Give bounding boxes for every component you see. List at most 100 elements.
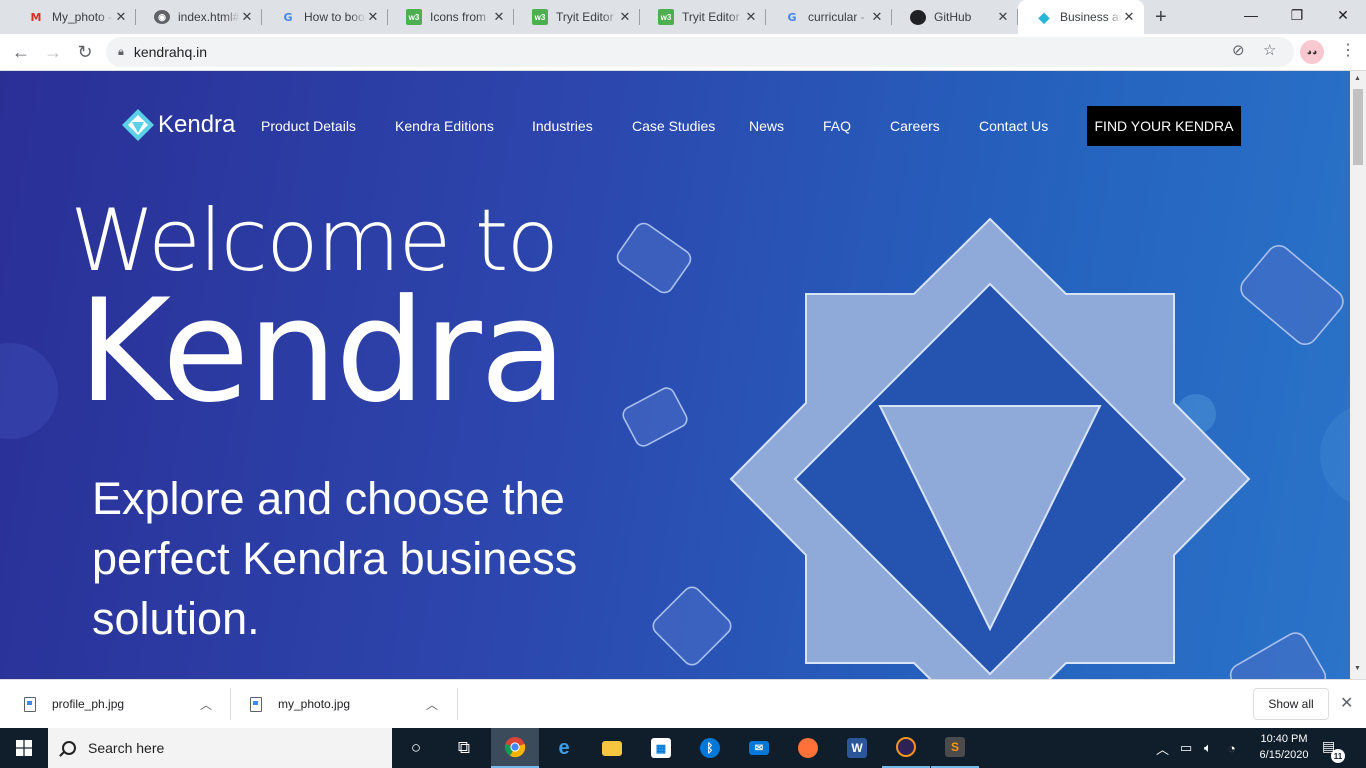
url-text: kendrahq.in	[133, 44, 208, 60]
task-view-icon[interactable]: ⧉	[440, 728, 488, 768]
close-tab-icon[interactable]: ✕	[618, 9, 632, 25]
tab-my-photo[interactable]: M My_photo - ✕	[10, 0, 136, 34]
tab-index-html[interactable]: ◉ index.html# ✕	[136, 0, 262, 34]
kendra-emblem	[729, 217, 1251, 679]
reload-icon[interactable]: ↻	[72, 39, 98, 65]
close-window-icon[interactable]: ✕	[1320, 0, 1366, 30]
kendra-gem-icon	[122, 109, 154, 141]
nav-faq[interactable]: FAQ	[823, 118, 851, 134]
blocked-cookies-icon[interactable]: ⊘	[1232, 41, 1245, 59]
notification-count: 11	[1331, 749, 1345, 763]
chevron-up-icon[interactable]: ︿	[426, 696, 438, 713]
tab-curricular[interactable]: G curricular - ✕	[766, 0, 892, 34]
kendra-icon: ◆	[1038, 8, 1050, 25]
nav-careers[interactable]: Careers	[890, 118, 940, 134]
download-item[interactable]: profile_ph.jpg ︿	[24, 680, 224, 728]
download-filename: my_photo.jpg	[278, 697, 351, 711]
tab-title: How to boo	[304, 10, 365, 24]
tab-title: index.html#	[178, 10, 240, 24]
divider	[230, 688, 231, 720]
hero-heading-line2: Kendra	[78, 269, 567, 434]
eclipse-icon[interactable]	[882, 728, 930, 768]
decor-circle-left	[0, 343, 58, 439]
tab-title: curricular -	[808, 10, 865, 24]
taskbar-search[interactable]: Search here	[48, 728, 392, 768]
tab-strip: M My_photo - ✕ ◉ index.html# ✕ G How to …	[0, 0, 1366, 34]
gmail-icon: M	[30, 10, 42, 24]
profile-avatar[interactable]: ◕◕	[1300, 40, 1324, 64]
edge-icon[interactable]: e	[540, 728, 588, 768]
lock-icon[interactable]: 🔒︎	[118, 46, 124, 59]
back-icon[interactable]: ←	[8, 39, 34, 65]
tab-title: Tryit Editor	[556, 10, 614, 24]
nav-kendra-editions[interactable]: Kendra Editions	[395, 118, 494, 134]
volume-icon[interactable]: 🔈︎	[1204, 728, 1212, 768]
nav-industries[interactable]: Industries	[532, 118, 593, 134]
clock-date: 6/15/2020	[1259, 749, 1309, 761]
close-tab-icon[interactable]: ✕	[744, 9, 758, 25]
tab-tryit-1[interactable]: w3 Tryit Editor ✕	[514, 0, 640, 34]
address-bar[interactable]: 🔒︎ kendrahq.in	[106, 37, 1294, 67]
image-file-icon	[250, 696, 262, 712]
tab-github[interactable]: GitHub ✕	[892, 0, 1018, 34]
wifi-icon[interactable]: ◔	[1228, 728, 1236, 768]
close-shelf-icon[interactable]: ✕	[1340, 693, 1353, 713]
tab-title: Business au	[1060, 10, 1122, 24]
close-tab-icon[interactable]: ✕	[1122, 9, 1136, 25]
scroll-up-icon[interactable]: ▲	[1354, 75, 1361, 82]
close-tab-icon[interactable]: ✕	[114, 9, 128, 25]
decor-diamond-5	[1229, 632, 1327, 679]
nav-news[interactable]: News	[749, 118, 784, 134]
scrollbar-thumb[interactable]	[1353, 89, 1363, 165]
file-explorer-icon[interactable]	[588, 728, 636, 768]
tab-title: Tryit Editor	[682, 10, 740, 24]
bluetooth-icon[interactable]: ᛒ	[686, 728, 734, 768]
nav-product-details[interactable]: Product Details	[261, 118, 356, 134]
page-scrollbar[interactable]: ▲ ▼	[1350, 71, 1366, 679]
bookmark-star-icon[interactable]: ☆	[1263, 41, 1276, 59]
decor-diamond-4	[1240, 245, 1344, 345]
cortana-icon[interactable]: ○	[392, 728, 440, 768]
divider	[457, 688, 458, 720]
tab-title: My_photo -	[52, 10, 113, 24]
show-all-button[interactable]: Show all	[1253, 688, 1329, 720]
store-icon[interactable]: ▦	[637, 728, 685, 768]
chevron-up-icon[interactable]: ︿	[200, 696, 212, 713]
find-your-kendra-button[interactable]: FIND YOUR KENDRA	[1087, 106, 1241, 146]
download-item[interactable]: my_photo.jpg ︿	[250, 680, 450, 728]
battery-icon[interactable]: ▭	[1180, 728, 1192, 768]
close-tab-icon[interactable]: ✕	[240, 9, 254, 25]
scroll-down-icon[interactable]: ▼	[1354, 665, 1361, 672]
w3schools-icon: w3	[532, 9, 548, 25]
close-tab-icon[interactable]: ✕	[870, 9, 884, 25]
word-icon[interactable]: W	[833, 728, 881, 768]
minimize-icon[interactable]: —	[1228, 0, 1274, 30]
kendra-logo[interactable]: Kendra	[120, 107, 235, 143]
image-file-icon	[24, 696, 36, 712]
system-clock[interactable]: 10:40 PM 6/15/2020	[1250, 731, 1318, 763]
restore-icon[interactable]: ❐	[1274, 0, 1320, 30]
show-hidden-icons[interactable]: ︿	[1156, 728, 1169, 768]
nav-case-studies[interactable]: Case Studies	[632, 118, 715, 134]
chrome-icon[interactable]	[491, 728, 539, 768]
start-button[interactable]	[0, 728, 48, 768]
close-tab-icon[interactable]: ✕	[492, 9, 506, 25]
hero-tagline: Explore and choose the perfect Kendra bu…	[92, 473, 578, 644]
sublime-text-icon[interactable]: S	[931, 728, 979, 768]
mail-icon[interactable]: ✉	[735, 728, 783, 768]
nav-contact-us[interactable]: Contact Us	[979, 118, 1048, 134]
download-filename: profile_ph.jpg	[52, 697, 125, 711]
firefox-icon[interactable]	[784, 728, 832, 768]
forward-icon[interactable]: →	[40, 39, 66, 65]
clock-time: 10:40 PM	[1260, 733, 1308, 745]
more-menu-icon[interactable]: ⋮	[1340, 40, 1356, 60]
close-tab-icon[interactable]: ✕	[996, 9, 1010, 25]
google-icon: G	[787, 10, 797, 24]
close-tab-icon[interactable]: ✕	[366, 9, 380, 25]
tab-icons-from[interactable]: w3 Icons from ✕	[388, 0, 514, 34]
tab-business-kendra[interactable]: ◆ Business au ✕	[1018, 0, 1144, 34]
tab-tryit-2[interactable]: w3 Tryit Editor ✕	[640, 0, 766, 34]
windows-logo-icon	[16, 740, 32, 756]
new-tab-button[interactable]: +	[1155, 6, 1167, 29]
tab-how-to[interactable]: G How to boo ✕	[262, 0, 388, 34]
